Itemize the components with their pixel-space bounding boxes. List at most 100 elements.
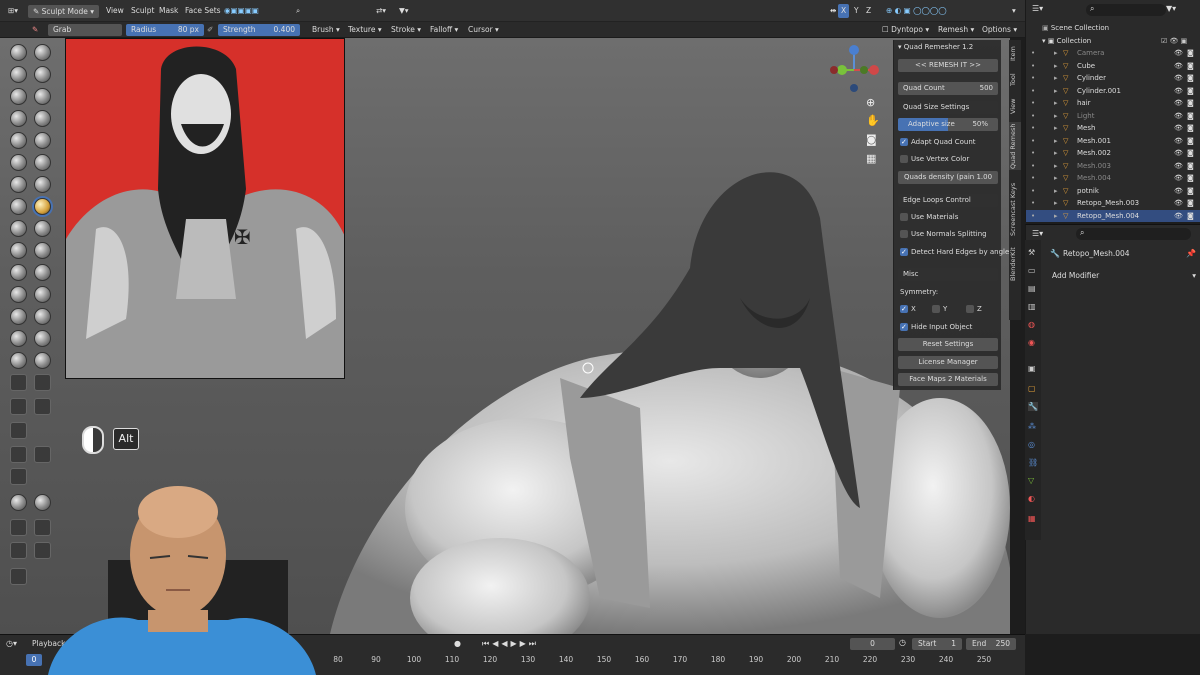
tool-tab-icon[interactable]: ⚒ (1028, 248, 1035, 257)
gizmo-x-axis[interactable] (869, 65, 879, 75)
visibility-dot-icon[interactable]: • (1031, 110, 1035, 123)
add-modifier-dropdown[interactable]: Add Modifier ▾ (1046, 269, 1196, 282)
eye-icon[interactable]: 👁 (1174, 110, 1183, 123)
quad-count-field[interactable]: Quad Count 500 (898, 82, 998, 95)
visibility-dot-icon[interactable]: • (1031, 47, 1035, 60)
world-tab-icon[interactable]: ◉ (1028, 338, 1035, 347)
pressure-icon[interactable]: ✐ (207, 24, 213, 36)
visibility-dot-icon[interactable]: • (1031, 172, 1035, 185)
tab-tool[interactable]: Tool (1009, 69, 1021, 91)
draw-face-sets-tool[interactable] (34, 330, 51, 347)
multires-displacement-tool[interactable] (10, 352, 27, 369)
gizmo-y-axis[interactable] (837, 65, 847, 75)
visibility-dot-icon[interactable]: • (1031, 72, 1035, 85)
camera-render-icon[interactable]: ◙ (1187, 197, 1194, 210)
outliner-item[interactable]: • ▸ ▽ Retopo_Mesh.004 👁 ◙ (1026, 209, 1200, 223)
outliner-item[interactable]: • ▸ ▽ Mesh.003 👁 ◙ (1026, 160, 1200, 173)
box-hide-tool-icon[interactable] (10, 398, 27, 415)
slide-relax-brush-tool[interactable] (10, 286, 27, 303)
playback-controls-icons[interactable]: ⏮◀◀▶▶⏭ (482, 639, 539, 649)
shading-dropdown-icon[interactable]: ▾ (1008, 4, 1020, 18)
outliner-item[interactable]: • ▸ ▽ Cylinder 👁 ◙ (1026, 72, 1200, 85)
multiplane-scrape-brush-tool[interactable] (34, 176, 51, 193)
outliner-item[interactable]: • ▸ ▽ Mesh.004 👁 ◙ (1026, 172, 1200, 185)
scene-tab-icon[interactable]: ◍ (1028, 320, 1035, 329)
camera-render-icon[interactable]: ◙ (1187, 97, 1194, 110)
expand-arrow-icon[interactable]: ▸ (1054, 147, 1058, 160)
crease-brush-tool[interactable] (10, 132, 27, 149)
expand-arrow-icon[interactable]: ▸ (1054, 122, 1058, 135)
clay-brush-tool[interactable] (10, 66, 27, 83)
zoom-icon[interactable]: ⊕ (866, 96, 875, 109)
menu-mask[interactable]: Mask (155, 4, 182, 18)
tab-view[interactable]: View (1009, 95, 1021, 117)
mask-brush-tool[interactable] (10, 330, 27, 347)
material-tab-icon[interactable]: ◐ (1028, 494, 1035, 503)
box-trim-tool-icon[interactable] (10, 422, 27, 439)
camera-render-icon[interactable]: ◙ (1187, 135, 1194, 148)
panel-title[interactable]: ▾ Quad Remesher 1.2 (898, 41, 998, 54)
options-dropdown[interactable]: Options ▾ (982, 24, 1017, 36)
end-frame-field[interactable]: End 250 (966, 638, 1016, 650)
hide-input-object-checkbox[interactable]: Hide Input Object (898, 321, 998, 334)
outliner-filter-icon[interactable]: ▼▾ (1166, 4, 1176, 13)
collection-checkbox-icon[interactable]: ☑ 👁 ▣ (1161, 35, 1187, 48)
outliner-editor-icon[interactable]: ☰▾ (1032, 4, 1043, 13)
fill-brush-tool[interactable] (34, 154, 51, 171)
tab-blenderkit[interactable]: BlenderKit (1009, 246, 1021, 282)
cloth-brush-tool[interactable] (10, 308, 27, 325)
flatten-brush-tool[interactable] (10, 154, 27, 171)
outliner-item[interactable]: • ▸ ▽ Retopo_Mesh.003 👁 ◙ (1026, 197, 1200, 210)
outliner-item[interactable]: • ▸ ▽ Cylinder.001 👁 ◙ (1026, 85, 1200, 98)
line-project-tool-icon[interactable] (10, 446, 27, 463)
remesh-dropdown[interactable]: Remesh ▾ (938, 24, 974, 36)
move-tool-icon[interactable] (10, 519, 27, 536)
playhead-frame[interactable]: 0 (26, 654, 42, 666)
output-tab-icon[interactable]: ▤ (1028, 284, 1036, 293)
paint-brush-tool[interactable] (34, 352, 51, 369)
tab-item[interactable]: Item (1009, 43, 1021, 65)
license-manager-button[interactable]: License Manager (898, 356, 998, 369)
texture-dropdown[interactable]: Texture ▾ (348, 24, 382, 36)
modifier-tab-icon[interactable]: 🔧 (1028, 402, 1038, 411)
camera-render-icon[interactable]: ◙ (1187, 172, 1194, 185)
editor-type-icon[interactable]: ⊞▾ (4, 4, 22, 18)
axis-x-toggle[interactable]: X (838, 4, 850, 18)
navigation-gizmo[interactable] (828, 44, 880, 94)
camera-render-icon[interactable]: ◙ (1187, 160, 1194, 173)
outliner-item[interactable]: • ▸ ▽ Mesh.002 👁 ◙ (1026, 147, 1200, 160)
current-frame-field[interactable]: 0 (850, 638, 895, 650)
timeline-editor-icon[interactable]: ◷▾ (6, 639, 17, 648)
camera-render-icon[interactable]: ◙ (1187, 210, 1194, 223)
texture-tab-icon[interactable]: ▦ (1028, 514, 1036, 523)
dyntopo-toggle[interactable]: ☐ Dyntopo ▾ (882, 24, 929, 36)
clay-strips-brush-tool[interactable] (34, 66, 51, 83)
render-tab-icon[interactable]: ▭ (1028, 266, 1036, 275)
eye-icon[interactable]: 👁 (1174, 172, 1183, 185)
simplify-brush-tool[interactable] (34, 308, 51, 325)
camera-icon[interactable]: ◙ (866, 133, 877, 146)
outliner-item[interactable]: • ▸ ▽ Light 👁 ◙ (1026, 110, 1200, 123)
collection-row[interactable]: ▾ ▣ Collection ☑ 👁 ▣ (1026, 35, 1200, 48)
data-tab-icon[interactable]: ▽ (1028, 476, 1034, 485)
camera-render-icon[interactable]: ◙ (1187, 85, 1194, 98)
expand-arrow-icon[interactable]: ▸ (1054, 172, 1058, 185)
reset-settings-button[interactable]: Reset Settings (898, 338, 998, 351)
color-filter-tool-icon[interactable] (10, 494, 27, 511)
thumb-brush-tool[interactable] (10, 242, 27, 259)
visibility-dot-icon[interactable]: • (1031, 135, 1035, 148)
outliner-item[interactable]: • ▸ ▽ hair 👁 ◙ (1026, 97, 1200, 110)
camera-render-icon[interactable]: ◙ (1187, 147, 1194, 160)
draw-brush-tool[interactable] (10, 44, 27, 61)
snake-hook-brush-tool[interactable] (34, 220, 51, 237)
visibility-dot-icon[interactable]: • (1031, 197, 1035, 210)
physics-tab-icon[interactable]: ◎ (1028, 440, 1035, 449)
draw-sharp-brush-tool[interactable] (34, 44, 51, 61)
object-tab-icon[interactable]: ▢ (1028, 384, 1036, 393)
gizmo-neg-y[interactable] (860, 66, 868, 74)
pinch-brush-tool[interactable] (10, 198, 27, 215)
sym-z-checkbox[interactable]: Z (964, 303, 994, 316)
menu-view[interactable]: View (102, 4, 128, 18)
radius-field[interactable]: Radius 80 px (126, 24, 204, 36)
axis-z-toggle[interactable]: Z (862, 4, 875, 18)
